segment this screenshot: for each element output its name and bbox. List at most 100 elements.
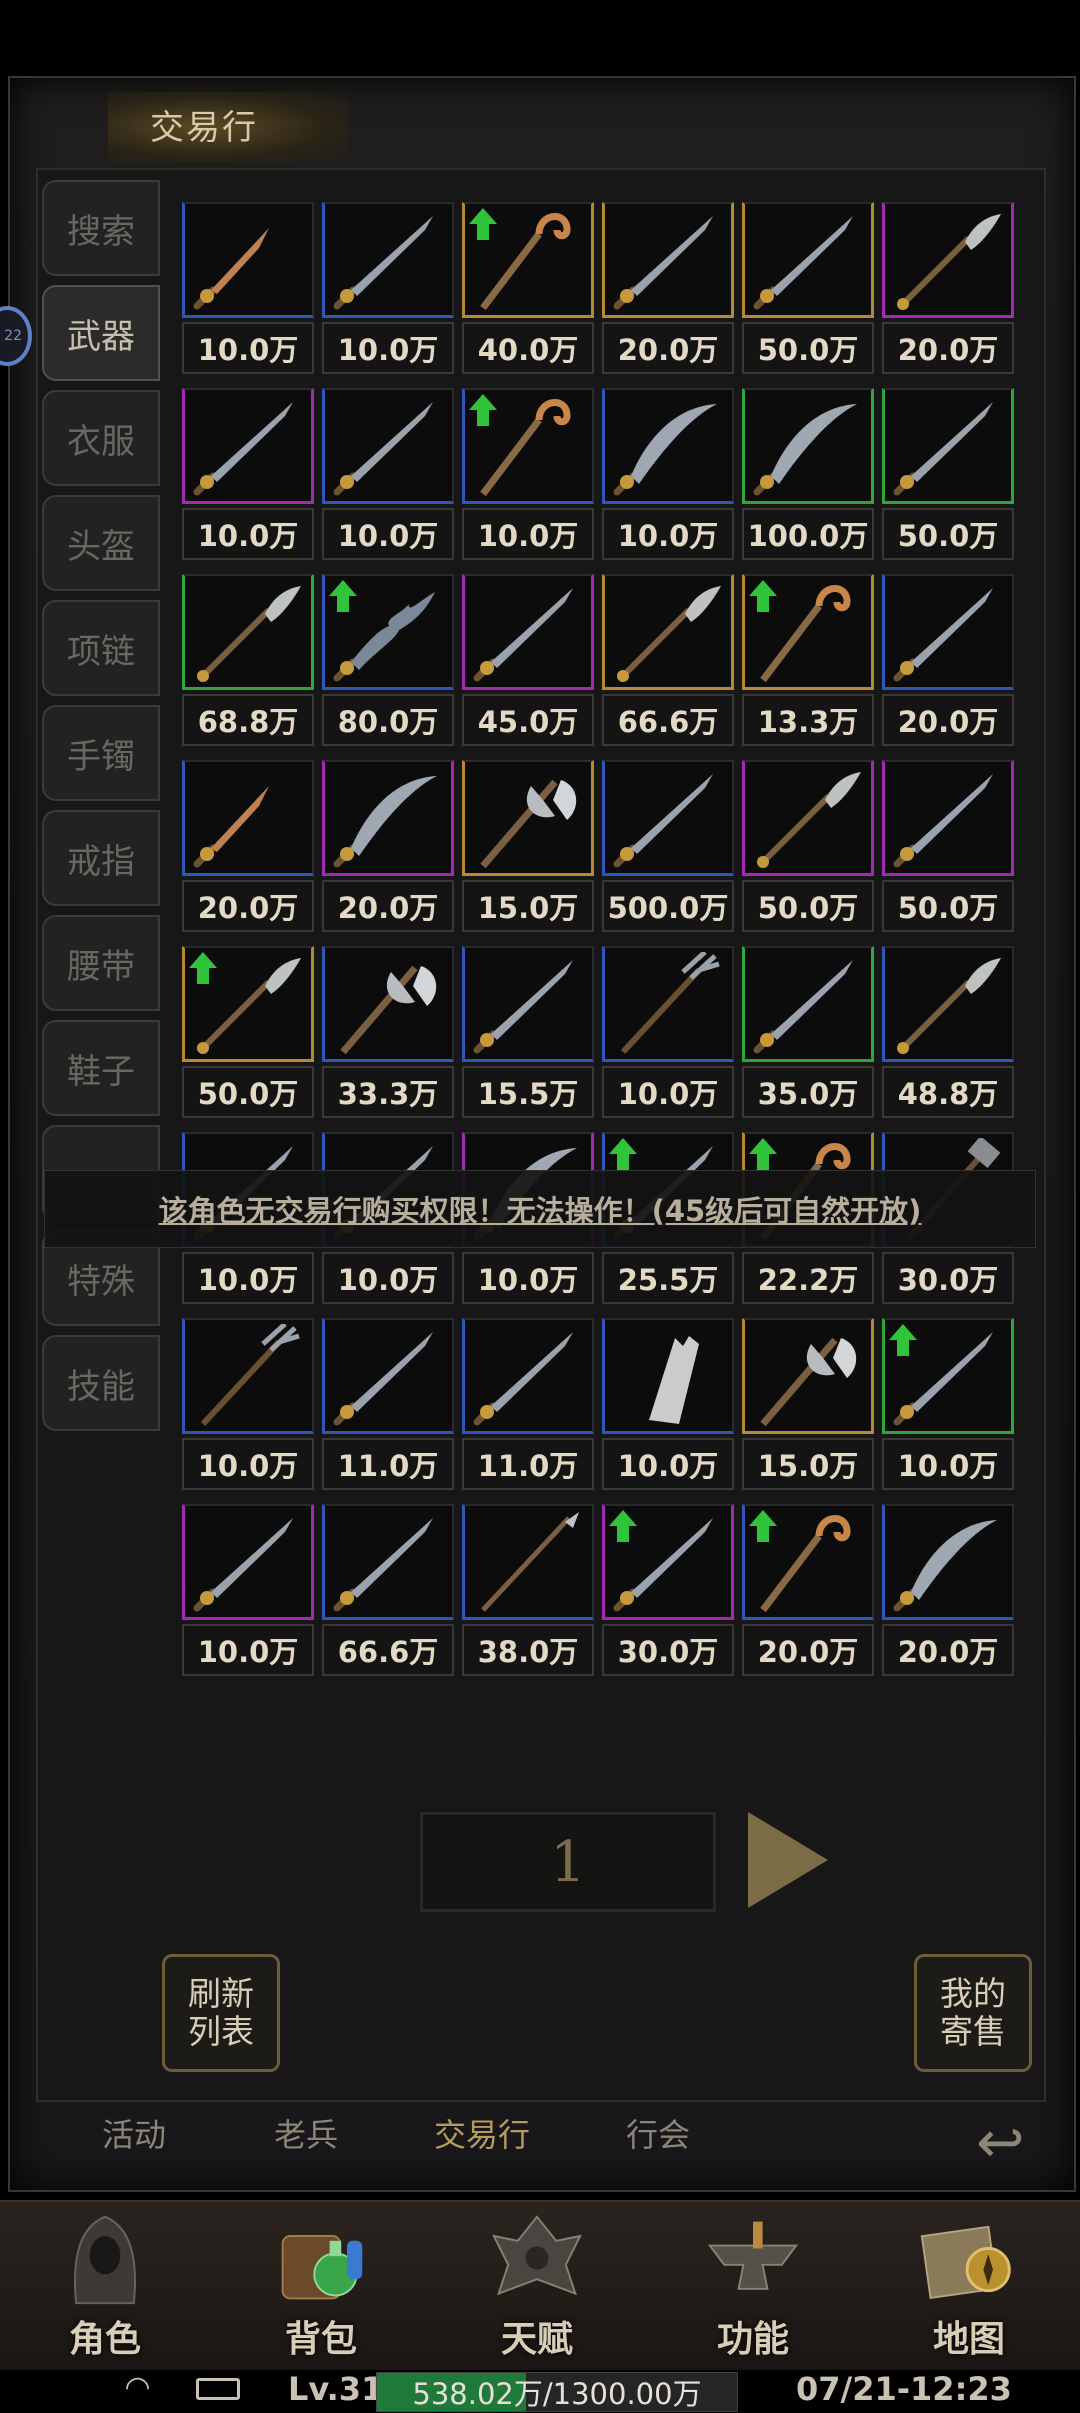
- item-cell[interactable]: 10.0万: [882, 1318, 1016, 1494]
- return-arrow-icon[interactable]: ↩: [976, 2108, 1025, 2176]
- category-tab-11[interactable]: 技能: [42, 1335, 160, 1431]
- item-cell[interactable]: 20.0万: [182, 760, 316, 936]
- tab-activity[interactable]: 活动: [102, 2110, 166, 2156]
- item-slot[interactable]: [322, 202, 454, 318]
- category-tab-5[interactable]: 手镯: [42, 705, 160, 801]
- item-slot[interactable]: [182, 1504, 314, 1620]
- item-cell[interactable]: 68.8万: [182, 574, 316, 750]
- category-tab-3[interactable]: 头盔: [42, 495, 160, 591]
- item-cell[interactable]: 20.0万: [882, 574, 1016, 750]
- item-slot[interactable]: [462, 1318, 594, 1434]
- item-cell[interactable]: 80.0万: [322, 574, 456, 750]
- item-cell[interactable]: 15.0万: [462, 760, 596, 936]
- item-slot[interactable]: [462, 202, 594, 318]
- item-slot[interactable]: [742, 574, 874, 690]
- category-tab-4[interactable]: 项链: [42, 600, 160, 696]
- item-slot[interactable]: [602, 1318, 734, 1434]
- item-cell[interactable]: 50.0万: [742, 760, 876, 936]
- item-slot[interactable]: [882, 202, 1014, 318]
- item-cell[interactable]: 10.0万: [182, 388, 316, 564]
- category-tab-6[interactable]: 戒指: [42, 810, 160, 906]
- item-cell[interactable]: 10.0万: [322, 202, 456, 378]
- item-cell[interactable]: 48.8万: [882, 946, 1016, 1122]
- item-cell[interactable]: 10.0万: [182, 202, 316, 378]
- category-tab-1[interactable]: 武器: [42, 285, 160, 381]
- item-slot[interactable]: [462, 388, 594, 504]
- item-slot[interactable]: [322, 760, 454, 876]
- item-slot[interactable]: [882, 574, 1014, 690]
- item-cell[interactable]: 50.0万: [182, 946, 316, 1122]
- item-cell[interactable]: 10.0万: [462, 388, 596, 564]
- dock-bag[interactable]: 背包: [216, 2212, 426, 2362]
- item-slot[interactable]: [462, 760, 594, 876]
- next-page-arrow-icon[interactable]: [748, 1812, 828, 1908]
- item-cell[interactable]: 10.0万: [602, 946, 736, 1122]
- item-cell[interactable]: 11.0万: [322, 1318, 456, 1494]
- item-slot[interactable]: [602, 760, 734, 876]
- item-cell[interactable]: 50.0万: [742, 202, 876, 378]
- item-cell[interactable]: 66.6万: [322, 1504, 456, 1680]
- item-cell[interactable]: 500.0万: [602, 760, 736, 936]
- item-cell[interactable]: 35.0万: [742, 946, 876, 1122]
- category-tab-8[interactable]: 鞋子: [42, 1020, 160, 1116]
- item-slot[interactable]: [742, 1504, 874, 1620]
- item-cell[interactable]: 13.3万: [742, 574, 876, 750]
- item-cell[interactable]: 33.3万: [322, 946, 456, 1122]
- item-cell[interactable]: 20.0万: [602, 202, 736, 378]
- item-cell[interactable]: 10.0万: [322, 388, 456, 564]
- item-cell[interactable]: 45.0万: [462, 574, 596, 750]
- item-slot[interactable]: [882, 388, 1014, 504]
- dock-character[interactable]: 角色: [0, 2212, 210, 2362]
- item-cell[interactable]: 10.0万: [602, 388, 736, 564]
- item-cell[interactable]: 15.0万: [742, 1318, 876, 1494]
- tab-trade[interactable]: 交易行: [434, 2110, 530, 2156]
- dock-function[interactable]: 功能: [648, 2212, 858, 2362]
- item-cell[interactable]: 10.0万: [182, 1504, 316, 1680]
- my-consignment-button[interactable]: 我的 寄售: [914, 1954, 1032, 2072]
- item-slot[interactable]: [602, 388, 734, 504]
- dock-talent[interactable]: 天赋: [432, 2212, 642, 2362]
- item-cell[interactable]: 50.0万: [882, 760, 1016, 936]
- item-cell[interactable]: 30.0万: [602, 1504, 736, 1680]
- item-cell[interactable]: 50.0万: [882, 388, 1016, 564]
- item-slot[interactable]: [182, 388, 314, 504]
- item-slot[interactable]: [882, 946, 1014, 1062]
- item-slot[interactable]: [462, 946, 594, 1062]
- item-slot[interactable]: [882, 760, 1014, 876]
- item-slot[interactable]: [322, 1318, 454, 1434]
- item-slot[interactable]: [742, 1318, 874, 1434]
- item-cell[interactable]: 15.5万: [462, 946, 596, 1122]
- item-cell[interactable]: 10.0万: [182, 1318, 316, 1494]
- item-cell[interactable]: 66.6万: [602, 574, 736, 750]
- item-slot[interactable]: [182, 1318, 314, 1434]
- item-cell[interactable]: 20.0万: [882, 1504, 1016, 1680]
- item-slot[interactable]: [322, 946, 454, 1062]
- item-cell[interactable]: 40.0万: [462, 202, 596, 378]
- item-cell[interactable]: 100.0万: [742, 388, 876, 564]
- item-slot[interactable]: [602, 946, 734, 1062]
- item-slot[interactable]: [182, 946, 314, 1062]
- item-slot[interactable]: [322, 388, 454, 504]
- item-slot[interactable]: [182, 760, 314, 876]
- item-slot[interactable]: [322, 1504, 454, 1620]
- item-slot[interactable]: [742, 388, 874, 504]
- category-tab-2[interactable]: 衣服: [42, 390, 160, 486]
- item-slot[interactable]: [462, 1504, 594, 1620]
- item-cell[interactable]: 20.0万: [882, 202, 1016, 378]
- item-cell[interactable]: 20.0万: [322, 760, 456, 936]
- item-slot[interactable]: [322, 574, 454, 690]
- tab-guild[interactable]: 行会: [626, 2110, 690, 2156]
- tab-veteran[interactable]: 老兵: [274, 2110, 338, 2156]
- item-cell[interactable]: 20.0万: [742, 1504, 876, 1680]
- item-slot[interactable]: [462, 574, 594, 690]
- category-tab-0[interactable]: 搜索: [42, 180, 160, 276]
- item-cell[interactable]: 11.0万: [462, 1318, 596, 1494]
- item-slot[interactable]: [882, 1504, 1014, 1620]
- item-cell[interactable]: 38.0万: [462, 1504, 596, 1680]
- item-slot[interactable]: [742, 946, 874, 1062]
- refresh-list-button[interactable]: 刷新 列表: [162, 1954, 280, 2072]
- dock-map[interactable]: 地图: [864, 2212, 1074, 2362]
- item-slot[interactable]: [602, 1504, 734, 1620]
- item-slot[interactable]: [742, 760, 874, 876]
- item-cell[interactable]: 10.0万: [602, 1318, 736, 1494]
